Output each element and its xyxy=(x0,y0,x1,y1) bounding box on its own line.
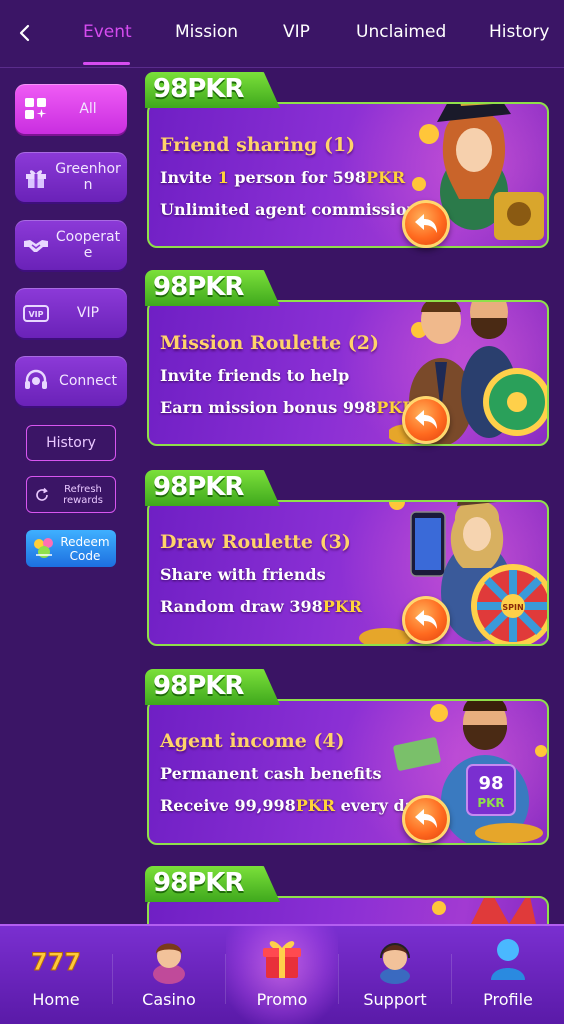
promo-card-agent-income[interactable]: 98 PKR 98PKR Agent income (4) Permanent … xyxy=(145,669,549,845)
nav-profile[interactable]: Profile xyxy=(452,926,564,1024)
nav-label: Promo xyxy=(256,990,308,1009)
back-button[interactable] xyxy=(12,20,38,46)
category-all-button[interactable]: All xyxy=(15,84,127,134)
promo-go-button[interactable] xyxy=(402,795,450,843)
category-label: All xyxy=(79,101,97,117)
promo-go-button[interactable] xyxy=(402,396,450,444)
handshake-icon xyxy=(24,240,48,252)
redeem-code-label: Redeem Code xyxy=(60,534,110,563)
casino-girl-icon xyxy=(153,943,185,984)
promo-line-1: Permanent cash benefits xyxy=(160,764,382,783)
nav-label: Support xyxy=(363,990,427,1009)
svg-text:PKR: PKR xyxy=(477,796,504,810)
promo-title: Mission Roulette (2) xyxy=(160,332,380,354)
nav-label: Home xyxy=(32,990,80,1009)
nav-home[interactable]: 777 Home xyxy=(0,926,112,1024)
promo-card-draw-roulette[interactable]: SPIN 98PKR Draw Roulette (3) Share with … xyxy=(145,470,549,646)
svg-text:777: 777 xyxy=(31,948,81,976)
tab-mission[interactable]: Mission xyxy=(175,22,238,42)
arrow-return-icon xyxy=(415,214,437,233)
brand-logo: 98PKR xyxy=(153,868,244,898)
support-agent-icon xyxy=(380,943,410,984)
promo-line-1: Share with friends xyxy=(160,565,326,584)
grid-icon xyxy=(25,98,47,119)
chevron-left-icon xyxy=(19,24,30,42)
category-connect-button[interactable]: Connect xyxy=(15,356,127,406)
brand-logo: 98PKR xyxy=(153,74,244,104)
history-button[interactable]: History xyxy=(26,425,116,461)
gift-bow-icon xyxy=(34,538,53,558)
top-nav-bar: Event Mission VIP Unclaimed History xyxy=(0,0,564,68)
svg-text:VIP: VIP xyxy=(28,310,43,319)
category-greenhorn-button[interactable]: Greenhorn xyxy=(15,152,127,202)
promo-line-2: Random draw 398PKR xyxy=(160,597,362,616)
tab-vip[interactable]: VIP xyxy=(283,22,310,42)
refresh-icon xyxy=(36,487,48,501)
refresh-rewards-button[interactable]: Refresh rewards xyxy=(26,476,116,513)
nav-support[interactable]: Support xyxy=(339,926,451,1024)
slot-777-icon: 777 xyxy=(31,948,81,977)
active-tab-indicator xyxy=(83,62,130,65)
brand-logo: 98PKR xyxy=(153,272,244,302)
promo-line-2: Unlimited agent commission xyxy=(160,200,419,219)
redeem-code-button[interactable]: Redeem Code xyxy=(26,530,116,567)
promo-card-mission-roulette[interactable]: 98PKR Mission Roulette (2) Invite friend… xyxy=(145,270,549,446)
gift-box-icon xyxy=(263,941,301,978)
spin-wheel-illustration: SPIN xyxy=(359,502,547,644)
promo-line-2: Receive 99,998PKR every day xyxy=(160,796,425,815)
user-profile-icon xyxy=(491,939,525,980)
arrow-return-icon xyxy=(415,610,437,629)
svg-text:98: 98 xyxy=(478,773,503,794)
promo-card-friend-sharing[interactable]: 98PKR Friend sharing (1) Invite 1 person… xyxy=(145,72,549,248)
refresh-rewards-label: Refresh rewards xyxy=(63,483,103,506)
promo-title: Draw Roulette (3) xyxy=(160,531,351,553)
promo-line-1: Invite friends to help xyxy=(160,366,350,385)
category-label: Cooperate xyxy=(55,229,121,261)
tab-event[interactable]: Event xyxy=(83,22,132,42)
vip-badge-icon: VIP xyxy=(23,305,49,322)
svg-text:SPIN: SPIN xyxy=(502,603,523,612)
promo-line-2: Earn mission bonus 998PKR xyxy=(160,398,416,417)
gift-icon xyxy=(26,170,46,188)
brand-logo: 98PKR xyxy=(153,472,244,502)
bottom-navigation: 777 Home Casino Promo Support Profile xyxy=(0,924,564,1024)
promo-go-button[interactable] xyxy=(402,596,450,644)
nav-casino[interactable]: Casino xyxy=(113,926,225,1024)
nav-promo[interactable]: Promo xyxy=(226,926,338,1024)
nav-label: Profile xyxy=(483,990,533,1009)
tab-history[interactable]: History xyxy=(489,22,549,42)
category-label: VIP xyxy=(76,305,100,321)
category-label: Connect xyxy=(59,373,117,389)
nav-label: Casino xyxy=(142,990,196,1009)
promo-title: Friend sharing (1) xyxy=(160,134,356,156)
arrow-return-icon xyxy=(415,410,437,429)
promo-title: Agent income (4) xyxy=(160,730,345,752)
category-sidebar: All Greenhorn Cooperate VIP VIP Connect … xyxy=(0,68,140,928)
headset-icon xyxy=(25,369,47,389)
tab-unclaimed[interactable]: Unclaimed xyxy=(356,22,446,42)
category-label: Greenhorn xyxy=(55,161,121,193)
category-vip-button[interactable]: VIP VIP xyxy=(15,288,127,338)
promo-go-button[interactable] xyxy=(402,200,450,248)
arrow-return-icon xyxy=(415,809,437,828)
category-cooperate-button[interactable]: Cooperate xyxy=(15,220,127,270)
promo-line-1: Invite 1 person for 598PKR xyxy=(160,168,406,187)
brand-logo: 98PKR xyxy=(153,671,244,701)
